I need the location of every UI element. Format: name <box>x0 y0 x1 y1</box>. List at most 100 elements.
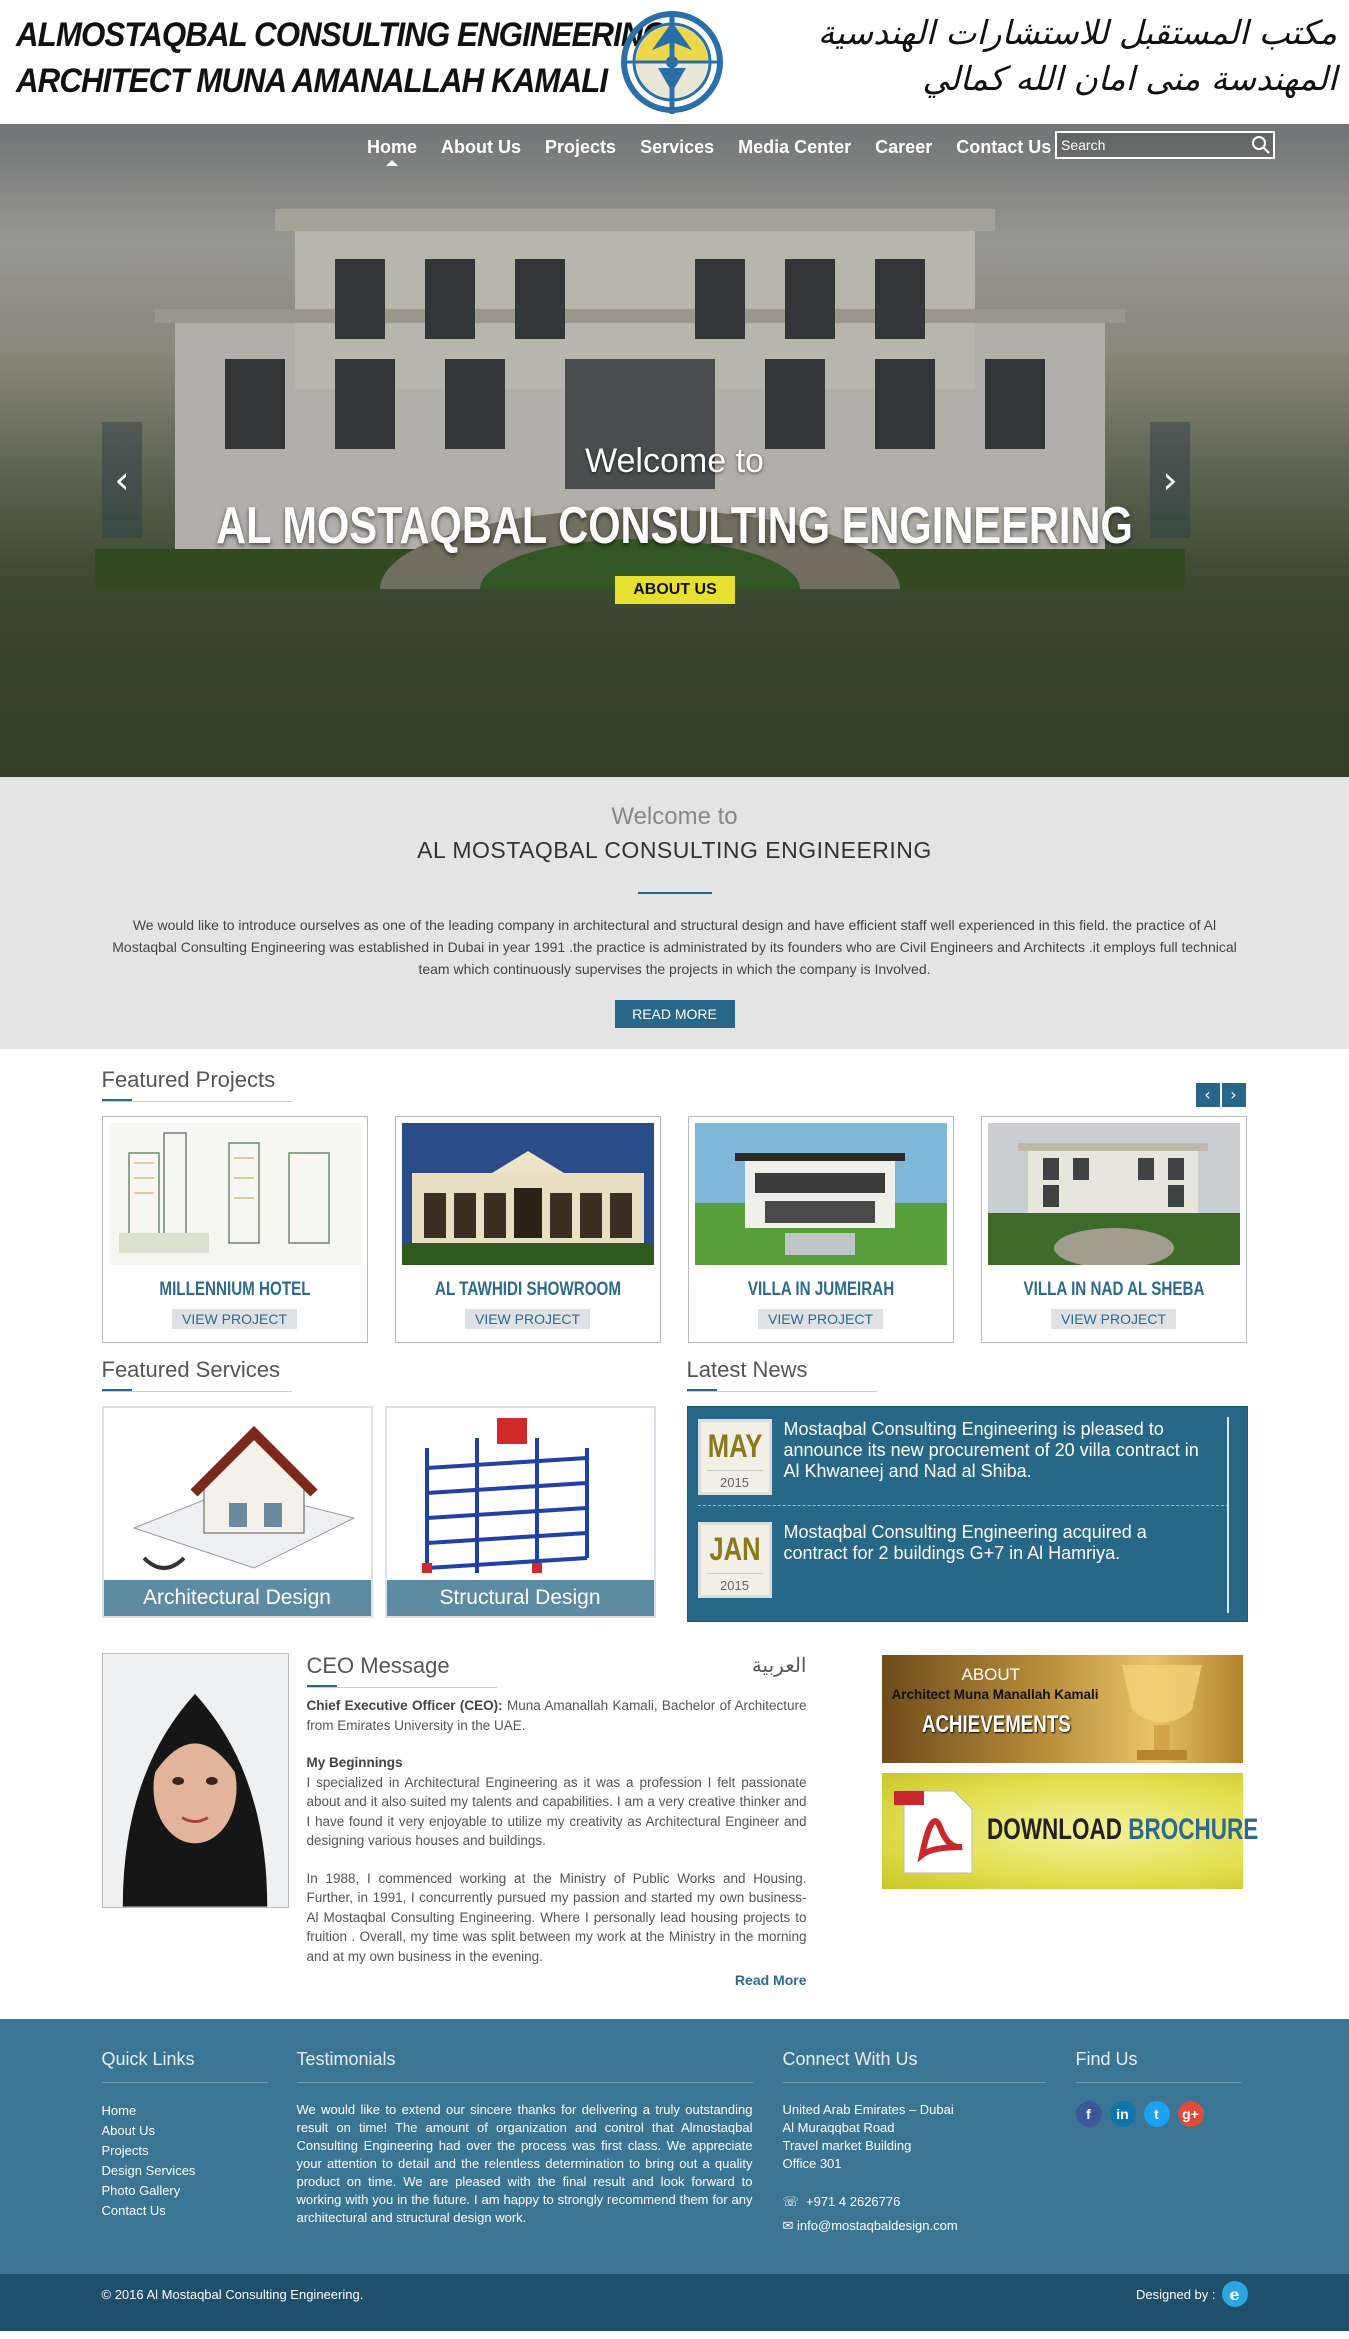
download-text: DOWNLOAD <box>986 1813 1122 1846</box>
linkedin-icon[interactable]: in <box>1109 2101 1136 2127</box>
brand-arabic: مكتب المستقبل للاستشارات الهندسية المهند… <box>818 10 1337 102</box>
brand-english[interactable]: ALMOSTAQBAL CONSULTING ENGINEERING ARCHI… <box>16 12 667 104</box>
footer-columns: Quick Links Home About Us Projects Desig… <box>101 2019 1248 2235</box>
news-text[interactable]: Mostaqbal Consulting Engineering acquire… <box>784 1522 1204 1598</box>
address-line: Office 301 <box>782 2156 842 2171</box>
projects-next-button[interactable]: › <box>1221 1083 1246 1107</box>
nav-home[interactable]: Home <box>355 132 429 166</box>
news-item[interactable]: MAY 2015 Mostaqbal Consulting Engineerin… <box>697 1417 1229 1505</box>
site-header: ALMOSTAQBAL CONSULTING ENGINEERING ARCHI… <box>0 0 1349 124</box>
featured-services: Featured Services Architectural Design S… <box>101 1357 687 1639</box>
service-image-architectural <box>103 1408 371 1580</box>
nav-media-center[interactable]: Media Center <box>726 132 863 164</box>
nav-services[interactable]: Services <box>628 132 726 164</box>
site-footer: Quick Links Home About Us Projects Desig… <box>0 2019 1349 2274</box>
nav-about-us[interactable]: About Us <box>429 132 533 164</box>
testimonials-title: Testimonials <box>296 2049 753 2083</box>
project-image-villa-nad-al-sheba <box>987 1123 1240 1268</box>
footer-testimonials: Testimonials We would like to extend our… <box>296 2049 753 2235</box>
project-card[interactable]: VILLA IN NAD AL SHEBA VIEW PROJECT <box>980 1116 1247 1343</box>
bottom-bar: © 2016 Al Mostaqbal Consulting Engineeri… <box>0 2274 1349 2331</box>
achievements-banner[interactable]: ABOUT Architect Muna Manallah Kamali ACH… <box>881 1655 1243 1763</box>
email-address[interactable]: info@mostaqbaldesign.com <box>797 2218 958 2233</box>
project-image-villa-jumeirah <box>694 1123 947 1265</box>
achievements-text: ACHIEVEMENTS <box>921 1711 1071 1738</box>
featured-projects: Featured Projects ‹ › MILLENNIUM HOTEL V… <box>101 1049 1248 1345</box>
news-scrollbar[interactable] <box>1226 1417 1229 1613</box>
services-news-row: Featured Services Architectural Design S… <box>101 1345 1248 1639</box>
footer-link-photo-gallery[interactable]: Photo Gallery <box>102 2181 268 2201</box>
arabic-link[interactable]: العربية <box>752 1653 807 1688</box>
view-project-button[interactable]: VIEW PROJECT <box>1050 1309 1176 1329</box>
address-line: Al Muraqqbat Road <box>782 2120 895 2135</box>
find-us-title: Find Us <box>1075 2049 1241 2083</box>
view-project-button[interactable]: VIEW PROJECT <box>464 1309 590 1329</box>
project-card[interactable]: MILLENNIUM HOTEL VIEW PROJECT <box>101 1116 368 1343</box>
service-card-architectural[interactable]: Architectural Design <box>101 1406 373 1618</box>
footer-link-contact-us[interactable]: Contact Us <box>102 2201 268 2221</box>
ceo-intro-label: Chief Executive Officer (CEO): <box>306 1698 503 1713</box>
news-year: 2015 <box>706 1573 763 1593</box>
nav-projects[interactable]: Projects <box>533 132 628 164</box>
footer-link-home[interactable]: Home <box>102 2101 268 2121</box>
email-icon: ✉ <box>782 2218 794 2233</box>
nav-contact-us[interactable]: Contact Us <box>944 132 1063 164</box>
featured-projects-title: Featured Projects <box>101 1067 1248 1102</box>
welcome-divider <box>637 892 712 894</box>
news-text[interactable]: Mostaqbal Consulting Engineering is plea… <box>784 1419 1204 1495</box>
footer-link-about-us[interactable]: About Us <box>102 2121 268 2141</box>
project-card[interactable]: AL TAWHIDI SHOWROOM VIEW PROJECT <box>394 1116 661 1343</box>
welcome-section: Welcome to AL MOSTAQBAL CONSULTING ENGIN… <box>0 777 1349 1049</box>
projects-prev-button[interactable]: ‹ <box>1195 1083 1220 1107</box>
social-icons: f in t g+ <box>1075 2101 1241 2127</box>
phone-icon: ☏ <box>782 2194 799 2209</box>
download-brochure-text: DOWNLOAD BROCHURE <box>987 1813 1258 1847</box>
twitter-icon[interactable]: t <box>1143 2101 1170 2127</box>
footer-connect: Connect With Us United Arab Emirates – D… <box>782 2049 1046 2235</box>
project-image-al-tawhidi-showroom <box>401 1123 654 1265</box>
phone-number[interactable]: +971 4 2626776 <box>806 2194 900 2209</box>
footer-link-design-services[interactable]: Design Services <box>102 2161 268 2181</box>
ceo-header: CEO Message العربية <box>306 1653 807 1688</box>
welcome-title: AL MOSTAQBAL CONSULTING ENGINEERING <box>417 837 932 863</box>
project-name: MILLENNIUM HOTEL <box>158 1279 311 1300</box>
project-card[interactable]: VILLA IN JUMEIRAH VIEW PROJECT <box>687 1116 954 1343</box>
news-date-badge: JAN 2015 <box>697 1522 772 1598</box>
welcome-read-more-button[interactable]: READ MORE <box>614 1000 735 1028</box>
welcome-body: We would like to introduce ourselves as … <box>112 917 1237 977</box>
side-banners: ABOUT Architect Muna Manallah Kamali ACH… <box>881 1655 1258 1889</box>
service-card-structural[interactable]: Structural Design <box>384 1406 656 1618</box>
testimonial-text: We would like to extend our sincere than… <box>296 2102 753 2225</box>
news-year: 2015 <box>706 1470 763 1490</box>
brand-english-line1: ALMOSTAQBAL CONSULTING ENGINEERING <box>16 16 667 54</box>
address: United Arab Emirates – Dubai Al Muraqqba… <box>783 2101 1046 2173</box>
designer-logo-icon[interactable]: e <box>1221 2281 1248 2307</box>
phone-row: ☏ +971 4 2626776 <box>783 2193 1046 2211</box>
footer-find-us: Find Us f in t g+ <box>1075 2049 1241 2235</box>
news-month: MAY <box>707 1428 762 1464</box>
achievements-about-text: ABOUT <box>961 1665 1021 1684</box>
designed-by: Designed by : e <box>1136 2281 1248 2307</box>
hero-about-button[interactable]: ABOUT US <box>615 576 735 604</box>
ceo-title: CEO Message <box>306 1653 497 1688</box>
service-image-structural <box>386 1408 654 1580</box>
facebook-icon[interactable]: f <box>1075 2101 1102 2127</box>
ceo-section: CEO Message العربية Chief Executive Offi… <box>101 1639 1258 2019</box>
search-icon[interactable] <box>1249 133 1273 157</box>
brochure-text: BROCHURE <box>1127 1813 1258 1846</box>
download-brochure-banner[interactable]: DOWNLOAD BROCHURE <box>881 1773 1258 1889</box>
ceo-paragraph-1: I specialized in Architectural Engineeri… <box>306 1774 807 1849</box>
ceo-beginnings-label: My Beginnings <box>306 1755 403 1770</box>
google-plus-icon[interactable]: g+ <box>1177 2101 1204 2127</box>
news-month: JAN <box>708 1531 761 1567</box>
company-logo[interactable] <box>612 2 740 122</box>
featured-services-title: Featured Services <box>101 1357 687 1392</box>
view-project-button[interactable]: VIEW PROJECT <box>171 1309 297 1329</box>
news-item[interactable]: JAN 2015 Mostaqbal Consulting Engineerin… <box>697 1505 1229 1608</box>
footer-link-projects[interactable]: Projects <box>102 2141 268 2161</box>
projects-grid: MILLENNIUM HOTEL VIEW PROJECT AL TAWHIDI… <box>101 1116 1248 1343</box>
search-input[interactable] <box>1057 137 1249 153</box>
nav-career[interactable]: Career <box>863 132 944 164</box>
view-project-button[interactable]: VIEW PROJECT <box>757 1309 883 1329</box>
ceo-read-more-link[interactable]: Read More <box>307 1972 807 1988</box>
